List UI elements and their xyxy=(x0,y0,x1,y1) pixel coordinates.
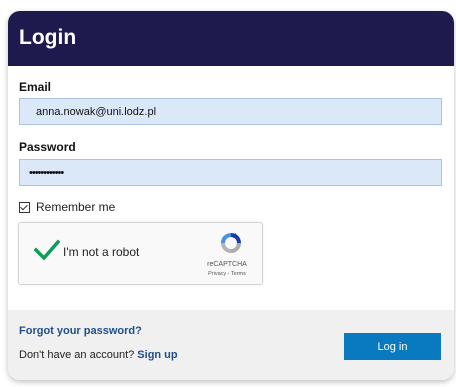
login-button[interactable]: Log in xyxy=(344,333,441,360)
password-label: Password xyxy=(19,140,76,154)
remember-me-checkbox[interactable] xyxy=(19,201,30,213)
email-label: Email xyxy=(19,80,52,94)
checkmark-icon[interactable] xyxy=(34,239,60,261)
login-header: Login xyxy=(8,11,454,66)
recaptcha-brand: reCAPTCHA xyxy=(207,261,247,268)
remember-me-label: Remember me xyxy=(36,200,116,214)
recaptcha-links: Privacy - Terms xyxy=(193,271,261,277)
password-field[interactable] xyxy=(19,159,442,186)
signup-row: Don't have an account? Sign up xyxy=(19,349,178,361)
captcha-label: I'm not a robot xyxy=(63,245,140,259)
login-footer: Forgot your password? Don't have an acco… xyxy=(8,310,454,380)
recaptcha-terms-link[interactable]: Terms xyxy=(231,271,246,277)
email-field[interactable] xyxy=(19,98,442,125)
signup-link[interactable]: Sign up xyxy=(137,349,177,361)
forgot-password-link[interactable]: Forgot your password? xyxy=(19,325,142,337)
remember-me-row[interactable]: Remember me xyxy=(19,199,115,215)
login-card: Login Email Password Remember me I'm not… xyxy=(8,11,454,380)
recaptcha-privacy-link[interactable]: Privacy xyxy=(208,271,226,277)
recaptcha-widget: I'm not a robot reCAPTCHA Privacy - Term… xyxy=(18,222,263,285)
recaptcha-logo-icon xyxy=(221,233,241,253)
page-title: Login xyxy=(19,26,77,49)
no-account-text: Don't have an account? xyxy=(19,349,138,361)
